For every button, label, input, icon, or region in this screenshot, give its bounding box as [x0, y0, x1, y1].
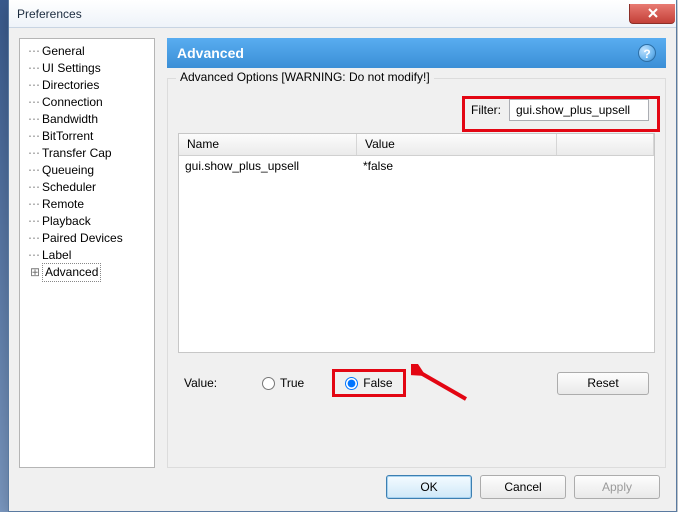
expand-icon[interactable]: ⊞: [28, 264, 42, 281]
sidebar-item-label: Advanced: [42, 263, 101, 282]
tree-bullet-icon: ⋯: [28, 111, 42, 128]
category-tree[interactable]: ⋯General⋯UI Settings⋯Directories⋯Connect…: [19, 38, 155, 468]
sidebar-item-label: Playback: [42, 213, 91, 230]
tree-bullet-icon: ⋯: [28, 145, 42, 162]
options-table[interactable]: Name Value gui.show_plus_upsell *false: [178, 133, 655, 353]
sidebar-item-label: Remote: [42, 196, 84, 213]
radio-false[interactable]: False: [332, 369, 405, 397]
sidebar-item-bittorrent[interactable]: ⋯BitTorrent: [28, 128, 154, 145]
sidebar-item-general[interactable]: ⋯General: [28, 43, 154, 60]
panel-header: Advanced ?: [167, 38, 666, 68]
sidebar-item-playback[interactable]: ⋯Playback: [28, 213, 154, 230]
sidebar-item-label: BitTorrent: [42, 128, 93, 145]
tree-bullet-icon: ⋯: [28, 128, 42, 145]
filter-label: Filter:: [471, 103, 501, 117]
radio-true-input[interactable]: [262, 377, 275, 390]
sidebar-item-label: UI Settings: [42, 60, 101, 77]
col-spacer: [557, 134, 654, 155]
sidebar-item-label: Directories: [42, 77, 99, 94]
radio-true[interactable]: True: [252, 372, 314, 394]
sidebar-item-queueing[interactable]: ⋯Queueing: [28, 162, 154, 179]
preferences-dialog: Preferences ⋯General⋯UI Settings⋯Directo…: [8, 0, 677, 512]
sidebar-item-label: Paired Devices: [42, 230, 123, 247]
tree-bullet-icon: ⋯: [28, 43, 42, 60]
filter-input[interactable]: [509, 99, 649, 121]
ok-button[interactable]: OK: [386, 475, 472, 499]
sidebar-item-connection[interactable]: ⋯Connection: [28, 94, 154, 111]
cell-name: gui.show_plus_upsell: [179, 159, 357, 173]
radio-false-label: False: [363, 376, 392, 390]
value-editor-row: Value: True False Reset: [178, 369, 655, 397]
reset-button[interactable]: Reset: [557, 372, 649, 395]
tree-bullet-icon: ⋯: [28, 94, 42, 111]
close-icon: [647, 7, 659, 19]
sidebar-item-label: Bandwidth: [42, 111, 98, 128]
sidebar-item-transfer-cap[interactable]: ⋯Transfer Cap: [28, 145, 154, 162]
advanced-options-group: Advanced Options [WARNING: Do not modify…: [167, 78, 666, 468]
sidebar-item-label[interactable]: ⋯Label: [28, 247, 154, 264]
advanced-panel: Advanced ? Advanced Options [WARNING: Do…: [167, 38, 666, 468]
sidebar-item-label: Scheduler: [42, 179, 96, 196]
cell-value: *false: [357, 159, 557, 173]
sidebar-item-paired-devices[interactable]: ⋯Paired Devices: [28, 230, 154, 247]
tree-bullet-icon: ⋯: [28, 213, 42, 230]
apply-button: Apply: [574, 475, 660, 499]
tree-bullet-icon: ⋯: [28, 60, 42, 77]
sidebar-item-label: Transfer Cap: [42, 145, 112, 162]
help-icon[interactable]: ?: [638, 44, 656, 62]
tree-bullet-icon: ⋯: [28, 196, 42, 213]
radio-true-label: True: [280, 376, 304, 390]
sidebar-item-label: Queueing: [42, 162, 94, 179]
titlebar: Preferences: [9, 0, 676, 28]
tree-bullet-icon: ⋯: [28, 179, 42, 196]
sidebar-item-label: General: [42, 43, 85, 60]
sidebar-item-scheduler[interactable]: ⋯Scheduler: [28, 179, 154, 196]
sidebar-item-remote[interactable]: ⋯Remote: [28, 196, 154, 213]
close-button[interactable]: [629, 4, 675, 24]
group-legend: Advanced Options [WARNING: Do not modify…: [176, 70, 434, 84]
sidebar-item-bandwidth[interactable]: ⋯Bandwidth: [28, 111, 154, 128]
sidebar-item-label: Connection: [42, 94, 103, 111]
col-name[interactable]: Name: [179, 134, 357, 155]
tree-bullet-icon: ⋯: [28, 77, 42, 94]
cancel-button[interactable]: Cancel: [480, 475, 566, 499]
sidebar-item-advanced[interactable]: ⊞Advanced: [28, 264, 154, 281]
value-label: Value:: [184, 376, 234, 390]
tree-bullet-icon: ⋯: [28, 230, 42, 247]
sidebar-item-directories[interactable]: ⋯Directories: [28, 77, 154, 94]
tree-bullet-icon: ⋯: [28, 247, 42, 264]
window-title: Preferences: [9, 7, 82, 21]
tree-bullet-icon: ⋯: [28, 162, 42, 179]
table-row[interactable]: gui.show_plus_upsell *false: [179, 156, 654, 176]
dialog-buttons: OK Cancel Apply: [386, 475, 660, 499]
sidebar-item-ui-settings[interactable]: ⋯UI Settings: [28, 60, 154, 77]
sidebar-item-label: Label: [42, 247, 71, 264]
col-value[interactable]: Value: [357, 134, 557, 155]
radio-false-input[interactable]: [345, 377, 358, 390]
panel-title: Advanced: [177, 45, 244, 61]
